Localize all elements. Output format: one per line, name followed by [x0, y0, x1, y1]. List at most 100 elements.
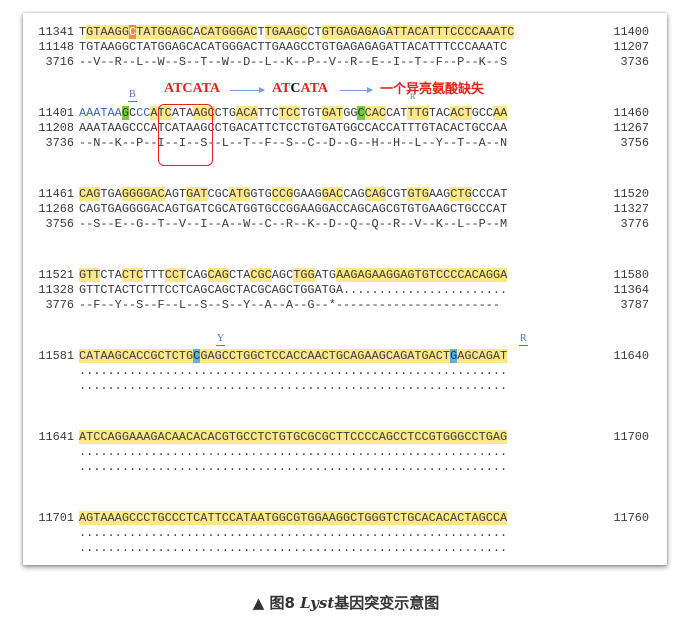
line-start-number: 11461 — [38, 187, 74, 201]
sequence-text: GTTCTACTCTTTCCTCAGCAGCTACGCAGCTGGATGA...… — [79, 283, 507, 297]
line-start-number: 11208 — [38, 121, 74, 135]
sequence-segment: GTG — [407, 187, 429, 201]
line-end-number: 11327 — [613, 202, 649, 216]
sequence-segment: AGC — [271, 268, 294, 282]
sequence-segment: CGT — [386, 187, 408, 201]
sequence-segment: GGG — [121, 187, 144, 201]
translation-line: 3736 --N--K--P--I--I--S--L--T--F--S--C--D… — [23, 136, 663, 150]
sequence-segment: CT — [307, 25, 322, 39]
line-start-number: 3736 — [45, 136, 74, 150]
sequence-segment: GTTCTACTCTTTCCTCAGCAGCTACGCAGCTGGATGA...… — [79, 283, 508, 297]
sequence-segment: TCC — [278, 106, 301, 120]
sequence-segment: CCT — [164, 268, 187, 282]
sequence-segment: CAG — [343, 187, 365, 201]
sequence-segment: CTA — [100, 268, 122, 282]
sequence-segment: AGCAGAT — [457, 349, 508, 363]
sequence-segment: ACA — [236, 106, 258, 120]
sequence-segment: CCCAT — [471, 187, 508, 201]
sequence-segment: TGAAGC — [264, 25, 308, 39]
line-end-number: 11580 — [613, 268, 649, 282]
line-start-number: 11641 — [38, 430, 74, 444]
sequence-segment: TTC — [257, 106, 279, 120]
wildtype-codons: ATCATA — [164, 81, 221, 96]
sequence-line-subject: 11328 GTTCTACTCTTTCCTCAGCAGCTACGCAGCTGGAT… — [23, 283, 663, 297]
mutation-mark-r: R — [519, 333, 528, 346]
sequence-line-subject: ........................................… — [23, 526, 663, 540]
sequence-segment: CCG — [271, 187, 294, 201]
sequence-text: ........................................… — [79, 460, 507, 474]
line-start-number: 11148 — [38, 40, 74, 54]
sequence-text: ........................................… — [79, 445, 507, 459]
line-end-number: 11460 — [613, 106, 649, 120]
line-end-number: 11400 — [613, 25, 649, 39]
sequence-segment: CTG — [214, 106, 237, 120]
sequence-segment: CTC — [121, 268, 144, 282]
translation-line: ........................................… — [23, 541, 663, 555]
translation-line: ........................................… — [23, 460, 663, 474]
sequence-segment: AGTAAAGCCCTGCCCTCATTCCATAATGGCGTGGAAGGCT… — [79, 511, 508, 525]
sequence-segment: GTGAGAGA — [321, 25, 379, 39]
mutation-mark-b: B — [128, 89, 137, 102]
line-start-number: 11268 — [38, 202, 74, 216]
line-end-number: 11520 — [613, 187, 649, 201]
figure-caption: ▲ 图8 Lyst基因突变示意图 — [252, 594, 440, 612]
sequence-segment: TTT — [143, 268, 165, 282]
sequence-segment: ATCCAGGAAAGACAACACACGTGCCTCTGTGCGCGCTTCC… — [79, 430, 508, 444]
sequence-segment: ........................................… — [79, 526, 508, 540]
line-start-number: 11521 — [38, 268, 74, 282]
sequence-segment: GCC — [471, 106, 494, 120]
sequence-segment: CAG — [207, 268, 229, 282]
sequence-text: TGTAAGGCTATGGAGCACATGGGACTTGAAGCCTGTGAGA… — [79, 40, 507, 54]
mutation-site: G — [121, 106, 129, 120]
sequence-segment: ATG — [228, 187, 251, 201]
line-end-number: 3776 — [620, 217, 649, 231]
sequence-segment: CGC — [207, 187, 229, 201]
sequence-segment: T — [257, 25, 265, 39]
sequence-segment: AA — [493, 106, 508, 120]
sequence-line-query: 11521 GTTCTACTCTTTCCTCAGCAGCTACGCAGCTGGAT… — [23, 268, 663, 282]
sequence-segment: CAT — [386, 106, 408, 120]
mutation-mark-y: Y — [216, 333, 226, 346]
sequence-segment: GTAAGG — [86, 25, 129, 39]
sequence-line-query: 11461 CAGTGAGGGGACAGTGATCGCATGGTGCCGGAAGG… — [23, 187, 663, 201]
sequence-segment: CTA — [228, 268, 251, 282]
translation-line: ........................................… — [23, 379, 663, 393]
sequence-line-query: 11401 AAATAAGCCCATCATAAGCCTGACATTCTCCTGTG… — [23, 106, 663, 120]
sequence-line-subject: 11268 CAGTGAGGGGACAGTGATCGCATGGTGCCGGAAGG… — [23, 202, 663, 216]
line-start-number: 3756 — [45, 217, 74, 231]
deletion-highlight-box — [158, 104, 213, 166]
arrow-2 — [340, 87, 373, 93]
sequence-text: GTTCTACTCTTTCCTCAGCAGCTACGCAGCTGGATGAAGA… — [79, 268, 508, 282]
alignment-panel: 11341 TGTAAGGCTATGGAGCACATGGGACTTGAAGCCTG… — [23, 13, 667, 565]
sequence-segment: ........................................… — [79, 460, 508, 474]
sequence-segment: --S--E--G--T--V--I--A--W--C--R--K--D--Q-… — [79, 217, 508, 231]
line-end-number: 3787 — [620, 298, 649, 312]
deletion-effect-note: 一个异亮氨酸缺失 — [380, 81, 485, 96]
sequence-line-query: 11341 TGTAAGGCTATGGAGCACATGGGACTTGAAGCCTG… — [23, 25, 663, 39]
sequence-text: ........................................… — [79, 379, 507, 393]
sequence-segment: ACT — [450, 106, 472, 120]
sequence-text: --F--Y--S--F--L--S--S--Y--A--A--G--*----… — [79, 298, 500, 312]
sequence-segment: TGA — [100, 187, 122, 201]
sequence-text: AAATAAGCCCATCATAAGCCTGACATTCTCCTGTGATGGC… — [79, 121, 507, 135]
sequence-text: --S--E--G--T--V--I--A--W--C--R--K--D--Q-… — [79, 217, 507, 231]
line-start-number: 11328 — [38, 283, 74, 297]
sequence-text: CAGTGAGGGGACAGTGATCGCATGGTGCCGGAAGGACCAG… — [79, 202, 507, 216]
sequence-segment: TGTAAGGCTATGGAGCACATGGGACTTGAAGCCTGTGAGA… — [79, 40, 508, 54]
sequence-segment: CCCAAATC — [457, 25, 515, 39]
sequence-line-subject: ........................................… — [23, 445, 663, 459]
line-start-number: 11581 — [38, 349, 74, 363]
line-end-number: 11640 — [613, 349, 649, 363]
sequence-segment: AGT — [164, 187, 187, 201]
sequence-segment: G — [378, 25, 386, 39]
sequence-segment: --V--R--L--W--S--T--W--D--L--K--P--V--R-… — [79, 55, 508, 69]
sequence-segment: CGC — [250, 268, 272, 282]
sequence-line-query: 11581 CATAAGCACCGCTCTGCGAGCCTGGCTCCACCAAC… — [23, 349, 663, 363]
sequence-text: ........................................… — [79, 541, 507, 555]
sequence-segment: GG — [343, 106, 358, 120]
line-start-number: 3776 — [45, 298, 74, 312]
mutant-codons: ATCATA — [272, 81, 329, 96]
sequence-segment: TGT — [300, 106, 322, 120]
sequence-segment: CAG — [364, 187, 387, 201]
sequence-segment: ........................................… — [79, 445, 508, 459]
